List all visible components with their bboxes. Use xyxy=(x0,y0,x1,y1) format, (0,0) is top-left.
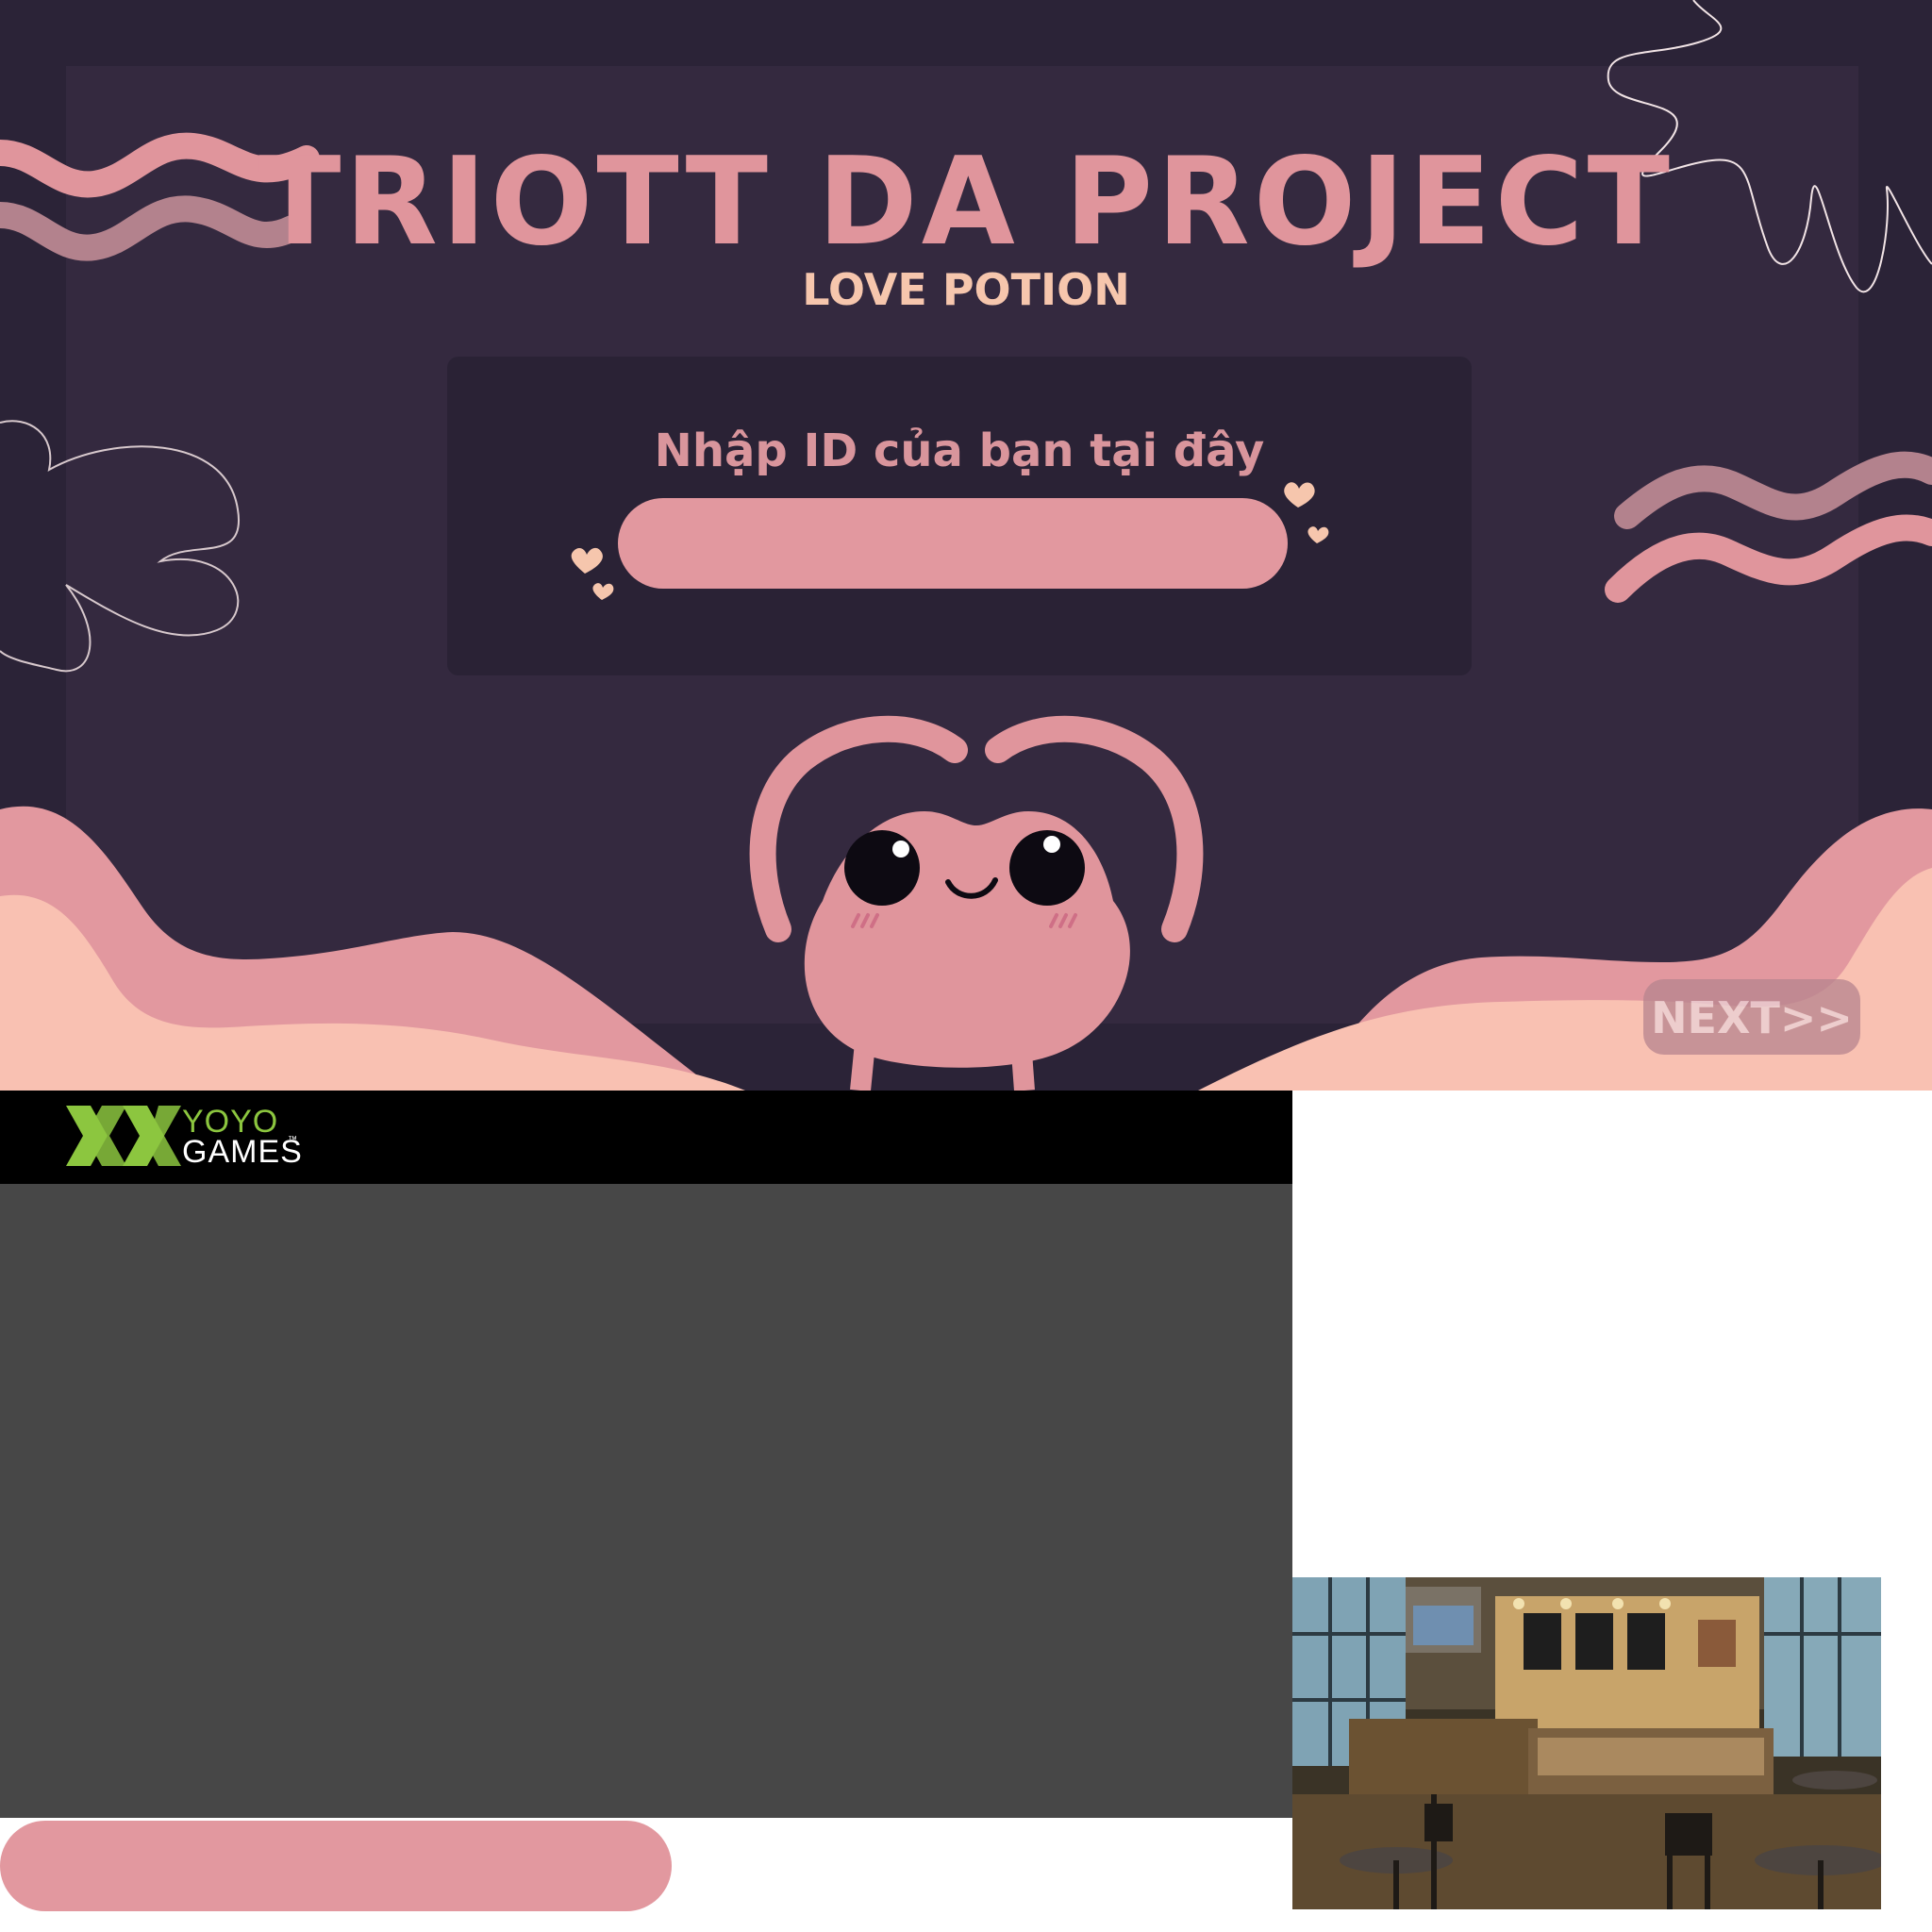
id-input[interactable] xyxy=(618,498,1288,589)
next-button[interactable]: NEXT>> xyxy=(1643,979,1860,1055)
trademark-mark: ™ xyxy=(288,1135,297,1145)
yoyo-brand-line2: GAMES xyxy=(182,1134,303,1170)
pink-input-bar[interactable] xyxy=(0,1821,672,1911)
game-title: TRIOTT DA PROJECT xyxy=(258,132,1674,273)
loader-canvas xyxy=(0,1184,1292,1818)
id-prompt-label: Nhập ID của bạn tại đây xyxy=(654,425,1265,477)
yoyo-games-logo-icon xyxy=(66,1106,181,1166)
flower-outline-icon xyxy=(0,420,241,673)
game-subtitle: LOVE POTION xyxy=(802,264,1130,315)
mascot-heart-creature xyxy=(749,715,1204,1091)
cafe-background-image xyxy=(1292,1577,1881,1909)
game-screen: TRIOTT DA PROJECT LOVE POTION Nhập ID củ… xyxy=(0,0,1932,1091)
wave-decoration-icon xyxy=(1605,451,1932,603)
heart-icon xyxy=(1284,482,1329,543)
heart-icon xyxy=(571,547,614,600)
